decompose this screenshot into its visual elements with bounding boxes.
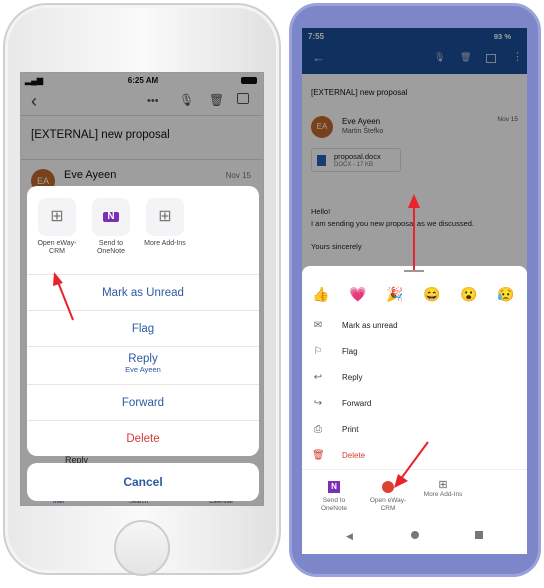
eway-crm-icon [382,481,394,493]
forward-icon: ↪ [313,398,323,409]
trash-icon: 🗑 [312,450,325,461]
reply-label: Reply [128,353,158,365]
android-screen: 7:55 93 % ← 🎙 🗑 ⋮ [EXTERNAL] new proposa… [302,28,527,554]
reaction-emoji[interactable]: 😥 [497,286,514,303]
menu-item-mark-as-unread[interactable]: ✉ Mark as unread [302,317,527,335]
reply-recipient: Eve Ayeen [125,365,161,374]
menu-item-label: Reply [342,373,363,382]
onenote-icon: N [92,198,130,236]
cancel-button[interactable]: Cancel [27,463,259,501]
reply-icon: ↩ [313,372,323,383]
menu-item-label: Flag [342,347,358,356]
menu-item-forward[interactable]: ↪ Forward [302,395,527,413]
reaction-emoji[interactable]: 😄 [423,286,440,303]
addin-more[interactable]: ⊞ More Add-Ins [139,198,191,248]
menu-item-reply[interactable]: ↩ Reply [302,369,527,387]
reaction-emoji[interactable]: 🎉 [386,286,403,303]
home-button[interactable] [114,520,170,576]
menu-item-label: Forward [342,399,372,408]
flag-button[interactable]: Flag [27,310,259,346]
onenote-icon: N [328,481,340,493]
print-icon: ⎙ [314,424,322,435]
drag-handle[interactable] [404,270,424,272]
mail-icon: ✉ [313,320,323,331]
reaction-emoji[interactable]: 👍 [312,286,329,303]
addin-open-eway-crm[interactable]: Open eWay-CRM [368,481,408,513]
menu-item-flag[interactable]: ⚐ Flag [302,343,527,361]
reaction-emoji[interactable]: 😮 [460,286,477,303]
action-sheet: ⊞ Open eWay-CRM N Send to OneNote ⊞ More Ad… [27,186,259,456]
flag-icon: ⚐ [313,346,323,357]
addin-grid-icon: ⊞ [438,479,448,491]
menu-item-print[interactable]: ⎙ Print [302,421,527,439]
menu-item-label: Delete [342,451,366,460]
addin-more[interactable]: ⊞ More Add-Ins [418,479,468,499]
forward-button[interactable]: Forward [27,384,259,420]
menu-item-delete[interactable]: 🗑 Delete [302,447,527,465]
addin-send-to-onenote[interactable]: N Send to OneNote [85,198,137,256]
ios-screen: ▂▄▆ 6:25 AM ‹ ••• 🎙 🗑 [EXTERNAL] new pro… [20,72,264,506]
addin-open-eway-crm[interactable]: ⊞ Open eWay-CRM [31,198,83,256]
menu-item-label: Mark as unread [342,321,398,330]
nav-home-icon[interactable] [411,531,419,539]
menu-item-label: Print [342,425,359,434]
reaction-emoji[interactable]: 💗 [349,286,366,303]
mark-unread-button[interactable]: Mark as Unread [27,274,259,310]
nav-back-icon[interactable]: ◀ [346,531,353,542]
bottom-sheet: 👍 💗 🎉 😄 😮 😥 ✉ Mark as unread ⚐ Flag ↩ Reply ↪ Forwar… [302,266,527,554]
addin-grid-icon: ⊞ [146,198,184,236]
addin-send-to-onenote[interactable]: N Send to OneNote [314,481,354,513]
reply-button[interactable]: Reply Eve Ayeen [27,346,259,384]
nav-recents-icon[interactable] [475,531,483,539]
addin-grid-icon: ⊞ [38,198,76,236]
delete-button[interactable]: Delete [27,420,259,456]
